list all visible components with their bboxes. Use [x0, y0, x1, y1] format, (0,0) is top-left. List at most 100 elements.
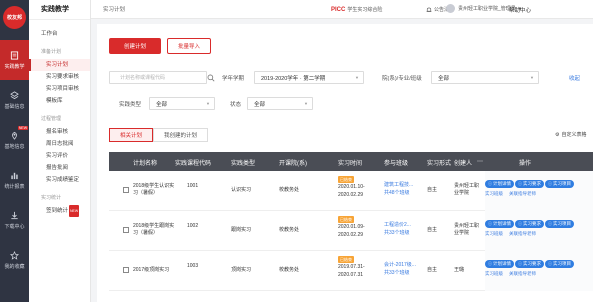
btn-label: 实习项目	[553, 261, 571, 266]
start-date: 2020.01.09-	[338, 224, 365, 230]
insurance-banner[interactable]: PICC 学生实习综合险	[331, 6, 382, 13]
class-count[interactable]: 共33个班级	[384, 270, 410, 277]
tab-my-plans[interactable]: 我创建的计划	[153, 128, 209, 142]
avatar	[446, 4, 455, 13]
btn-label: 计划详情	[493, 181, 511, 186]
collapse-filters-link[interactable]: 收起	[569, 74, 580, 82]
dept-label: 院(系)/专业/班级	[382, 76, 422, 82]
type-value: 全部	[156, 101, 168, 108]
status-label: 状态	[230, 102, 242, 108]
creator: 贵州轻工职业学院	[454, 183, 480, 196]
btn-label: 实习要求	[523, 261, 541, 266]
btn-label: 实习项目	[553, 221, 571, 226]
nav-item-requirement-review[interactable]: 实习要求审核	[29, 71, 90, 83]
status-select[interactable]: 全部 ▼	[247, 97, 313, 110]
nav-item-project-review[interactable]: 实习项目审核	[29, 83, 90, 95]
help-center-link[interactable]: 帮助中心	[509, 6, 531, 14]
custom-table-button[interactable]: ⚙ 自定义表格	[555, 131, 587, 139]
chevron-down-icon: ▼	[304, 101, 308, 106]
row-links: 实习班级 关联指导老师	[485, 191, 593, 197]
batch-import-button[interactable]: 批量导入	[167, 38, 211, 54]
chevron-down-icon: ▼	[530, 75, 534, 80]
teacher-link[interactable]: 关联指导老师	[509, 231, 536, 236]
plan-detail-button[interactable]: ⓘ 计划详情	[485, 220, 514, 228]
rail-basic-info[interactable]: 基础信息	[0, 80, 29, 120]
nav-item-evaluation[interactable]: 实习评价	[29, 150, 90, 162]
rail-practice-teaching[interactable]: 实践教学	[0, 40, 29, 80]
project-button[interactable]: ⓘ 实习项目	[545, 220, 574, 228]
btn-label: 实习要求	[523, 221, 541, 226]
dept: 校教务处	[279, 187, 300, 193]
column-header: 实习形式	[427, 161, 452, 167]
nav-item-checkin-stats[interactable]: 签到统计 NEW	[29, 205, 90, 217]
dept-select[interactable]: 全部 ▼	[431, 71, 539, 84]
nav-item-workbench[interactable]: 工作台	[29, 28, 90, 40]
rail-statistics[interactable]: 统计报表	[0, 160, 29, 200]
more-icon[interactable]: ⋯	[477, 158, 483, 165]
teacher-link[interactable]: 关联指导老师	[509, 191, 536, 196]
type-select[interactable]: 全部 ▼	[149, 97, 215, 110]
row-checkbox[interactable]	[123, 227, 129, 233]
plan-detail-button[interactable]: ⓘ 计划详情	[485, 260, 514, 268]
course-code: 1003	[187, 263, 199, 269]
start-date: 2020.01.10-	[338, 184, 365, 190]
row-links: 实习班级 关联指导老师	[485, 271, 593, 277]
requirement-button[interactable]: ⓘ 实习要求	[515, 220, 544, 228]
project-button[interactable]: ⓘ 实习项目	[545, 180, 574, 188]
teacher-link[interactable]: 关联指导老师	[509, 271, 536, 276]
row-checkbox[interactable]	[123, 267, 129, 273]
plan-name[interactable]: 2018级学生跟岗实习（暑假）	[133, 223, 178, 237]
row-actions: ⓘ 计划详情 ⓘ 实习要求 ⓘ 实习项目 实习班级 关联指导老师	[485, 171, 593, 211]
nav-item-grade-appraisal[interactable]: 实习成绩鉴定	[29, 174, 90, 186]
app-logo[interactable]: 校友邦	[3, 6, 26, 29]
tab-related-plans[interactable]: 相关计划	[109, 128, 154, 142]
class-count[interactable]: 共33个班级	[384, 230, 410, 237]
bar-chart-icon	[11, 172, 18, 179]
btn-label: 实习项目	[553, 181, 571, 186]
row-checkbox[interactable]	[123, 187, 129, 193]
project-button[interactable]: ⓘ 实习项目	[545, 260, 574, 268]
info-icon: ⓘ	[488, 181, 492, 186]
btn-label: 计划详情	[493, 221, 511, 226]
nav-item-signup-review[interactable]: 报名审核	[29, 126, 90, 138]
rail-favorites[interactable]: 我的收藏	[0, 240, 29, 280]
nav-item-internship-plan[interactable]: 实习计划	[29, 59, 90, 71]
internship-form: 自主	[427, 187, 438, 193]
plan-name[interactable]: 2017级顶岗实习	[133, 267, 178, 274]
create-plan-button[interactable]: 创建计划	[109, 38, 161, 54]
class-link[interactable]: 工程造价2...	[384, 222, 411, 229]
search-input[interactable]: 计划名称或课程代码	[109, 71, 215, 84]
class-manage-link[interactable]: 实习班级	[485, 231, 503, 236]
nav-item-weekly-log[interactable]: 周日志批阅	[29, 138, 90, 150]
table-row: 2018级学生认识实习（暑假） 1001 认识实习 校教务处 已结束 2020.…	[109, 171, 593, 211]
nav-group-title: 实习统计	[41, 195, 62, 201]
plan-name[interactable]: 2018级学生认识实习（暑假）	[133, 183, 178, 197]
nav-item-report-review[interactable]: 报告批阅	[29, 162, 90, 174]
info-icon: ⓘ	[518, 221, 522, 226]
column-header: 参与班级	[384, 161, 409, 167]
rail-download[interactable]: 下载中心	[0, 200, 29, 240]
requirement-button[interactable]: ⓘ 实习要求	[515, 180, 544, 188]
creator: 贵州轻工职业学院	[454, 223, 480, 236]
class-link[interactable]: 会计-2017级...	[384, 262, 416, 269]
term-select[interactable]: 2019-2020学年 · 第二学期 ▼	[254, 71, 364, 84]
nav-item-template-library[interactable]: 模板库	[29, 95, 90, 107]
star-icon	[10, 250, 19, 260]
class-manage-link[interactable]: 实习班级	[485, 191, 503, 196]
rail-label: 统计报表	[4, 183, 25, 190]
user-name: 贵州轻工职业学院_管理员	[458, 6, 516, 12]
row-actions: ⓘ 计划详情 ⓘ 实习要求 ⓘ 实习项目 实习班级 关联指导老师	[485, 211, 593, 251]
class-manage-link[interactable]: 实习班级	[485, 271, 503, 276]
chevron-down-icon: ▼	[206, 101, 210, 106]
rail-base-info[interactable]: 基地信息 NEW	[0, 120, 29, 160]
download-icon	[11, 211, 18, 219]
main-panel: 创建计划 批量导入 计划名称或课程代码 学年学期 2019-2020学年 · 第…	[97, 24, 593, 302]
requirement-button[interactable]: ⓘ 实习要求	[515, 260, 544, 268]
end-date: 2020.02.29	[338, 232, 364, 238]
plan-tabs: 相关计划 我创建的计划	[109, 128, 209, 142]
course-code: 1001	[187, 183, 199, 189]
plan-detail-button[interactable]: ⓘ 计划详情	[485, 180, 514, 188]
class-count[interactable]: 共48个班级	[384, 190, 410, 197]
search-icon[interactable]	[207, 74, 215, 82]
class-link[interactable]: 建筑工程技...	[384, 182, 413, 189]
